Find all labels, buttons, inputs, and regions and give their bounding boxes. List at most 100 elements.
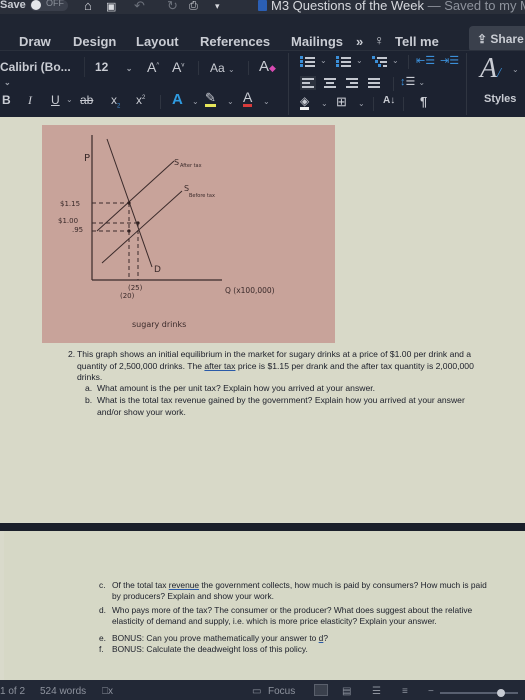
zoom-slider-handle[interactable] <box>496 689 505 697</box>
zoom-slider-track[interactable] <box>440 692 518 694</box>
multilevel-list-button[interactable]: ⌄ <box>372 56 402 68</box>
line <box>341 61 351 63</box>
tab-layout[interactable]: Layout <box>136 34 179 49</box>
supply-before-tax-curve <box>101 190 183 264</box>
word-count[interactable]: 524 words <box>40 686 86 697</box>
shrink-font-icon: A <box>172 59 182 75</box>
tab-references[interactable]: References <box>200 34 270 49</box>
customize-toolbar-icon[interactable]: ▾ <box>215 1 220 12</box>
font-size-select[interactable]: 12 ⌄ <box>89 57 139 77</box>
text-effects-chevron[interactable]: ⌄ <box>192 97 199 106</box>
save-icon[interactable]: ▣ <box>106 0 116 13</box>
divider <box>466 53 467 115</box>
highlight-button[interactable]: ✎ <box>205 91 216 107</box>
grow-font-button[interactable]: A^ <box>147 59 159 75</box>
s-after-subscript: After tax <box>180 163 202 169</box>
page-break <box>0 523 525 531</box>
subscript-button[interactable]: x2 <box>111 93 120 109</box>
divider <box>373 97 374 111</box>
home-icon[interactable]: ⌂ <box>84 0 92 13</box>
undo-icon[interactable]: ↶ <box>134 0 145 14</box>
shrink-font-button[interactable]: Av <box>172 59 184 75</box>
line <box>326 82 334 84</box>
justify-button[interactable] <box>366 76 382 90</box>
borders-chevron[interactable]: ⌄ <box>358 99 365 108</box>
question-part-b: b. What is the total tax revenue gained … <box>85 395 487 418</box>
share-label: Share <box>490 32 524 46</box>
web-layout-view-icon[interactable]: ▤ <box>342 686 351 697</box>
line-spacing-button[interactable]: ↕☰ ⌄ <box>400 75 425 88</box>
tab-draw[interactable]: Draw <box>19 34 51 49</box>
autosave-toggle[interactable]: OFF <box>30 0 68 11</box>
supply-demand-graph: P D S After tax S Before tax $1.15 $1.00… <box>58 135 275 329</box>
zoom-out-button[interactable]: − <box>428 686 434 697</box>
font-color-button[interactable]: A <box>243 90 253 107</box>
focus-icon[interactable]: ▭ <box>252 686 261 697</box>
s-after-label: S <box>174 158 179 167</box>
numbering-button[interactable]: ⌄ <box>336 56 366 68</box>
text-effects-button[interactable]: A <box>172 91 183 108</box>
change-case-button[interactable]: Aa ⌄ <box>210 61 235 75</box>
sort-button[interactable]: A↓ <box>383 95 395 106</box>
styles-icon[interactable]: A/ <box>480 53 501 85</box>
divider <box>198 61 199 75</box>
spellcheck-underlined-word[interactable]: after tax <box>204 361 235 371</box>
tab-design[interactable]: Design <box>73 34 116 49</box>
spellcheck-underlined-word[interactable]: revenue <box>169 580 199 590</box>
line-spacing-icon: ↕ <box>400 76 406 88</box>
superscript-button[interactable]: x2 <box>136 93 145 107</box>
x-axis-label: Q (x100,000) <box>225 286 275 295</box>
part-text: What is the total tax revenue gained by … <box>97 395 465 417</box>
tab-mailings[interactable]: Mailings <box>291 34 343 49</box>
change-case-icon: Aa <box>210 61 225 75</box>
tell-me-search[interactable]: Tell me <box>395 34 439 49</box>
bullets-button[interactable]: ⌄ <box>300 56 330 68</box>
draft-view-icon[interactable]: ≡ <box>402 686 408 697</box>
outline-view-icon[interactable]: ☰ <box>372 686 381 697</box>
font-name-value: Calibri (Bo... <box>0 60 71 74</box>
clear-formatting-button[interactable]: A◆ <box>259 58 276 75</box>
divider <box>403 97 404 111</box>
increase-indent-button[interactable]: ⇥☰ <box>440 54 459 67</box>
chevron-down-icon: ⌄ <box>392 56 399 65</box>
line <box>324 78 336 80</box>
proofing-icon[interactable]: ⎕x <box>102 686 113 697</box>
graph-image: P D S After tax S Before tax $1.15 $1.00… <box>42 125 335 343</box>
autosave-state: OFF <box>46 0 64 8</box>
part-letter: c. <box>99 580 106 590</box>
focus-button[interactable]: Focus <box>268 686 295 697</box>
styles-chevron[interactable]: ⌄ <box>512 65 519 74</box>
brush-icon: / <box>497 66 501 81</box>
line <box>368 86 380 88</box>
strikethrough-button[interactable]: ab <box>80 93 93 107</box>
redo-icon[interactable]: ↻ <box>167 0 178 14</box>
highlight-chevron[interactable]: ⌄ <box>227 97 234 106</box>
more-tabs-button[interactable]: » <box>356 34 363 49</box>
chevron-down-icon: ⌄ <box>356 56 363 65</box>
styles-pane-button[interactable]: Styles <box>484 93 516 105</box>
divider <box>248 61 249 75</box>
underline-button[interactable]: U <box>51 93 60 107</box>
shading-chevron[interactable]: ⌄ <box>321 99 328 108</box>
font-name-select[interactable]: Calibri (Bo... ⌄ <box>0 57 85 87</box>
italic-button[interactable]: I <box>28 93 32 108</box>
part-text: BONUS: Calculate the deadweight loss of … <box>112 644 308 655</box>
bold-button[interactable]: B <box>2 93 11 107</box>
print-icon[interactable]: ⎙ <box>189 0 198 13</box>
share-button[interactable]: ⇪ Share <box>469 26 525 52</box>
show-formatting-button[interactable]: ¶ <box>420 94 427 109</box>
borders-button[interactable]: ⊞ <box>336 94 347 110</box>
page-count[interactable]: 1 of 2 <box>0 686 25 697</box>
underline-options-chevron[interactable]: ⌄ <box>66 95 73 104</box>
line <box>302 78 314 80</box>
shading-button[interactable]: ◈ <box>300 94 310 110</box>
save-status: — Saved to my Ma <box>427 0 525 13</box>
font-color-chevron[interactable]: ⌄ <box>263 97 270 106</box>
align-left-button[interactable] <box>300 76 316 90</box>
print-layout-view-icon[interactable] <box>314 684 328 696</box>
part-text-end: ? <box>323 633 329 644</box>
paint-bucket-icon: ◈ <box>300 94 310 108</box>
align-center-button[interactable] <box>322 76 338 90</box>
decrease-indent-button[interactable]: ⇤☰ <box>416 54 435 67</box>
align-right-button[interactable] <box>344 76 360 90</box>
